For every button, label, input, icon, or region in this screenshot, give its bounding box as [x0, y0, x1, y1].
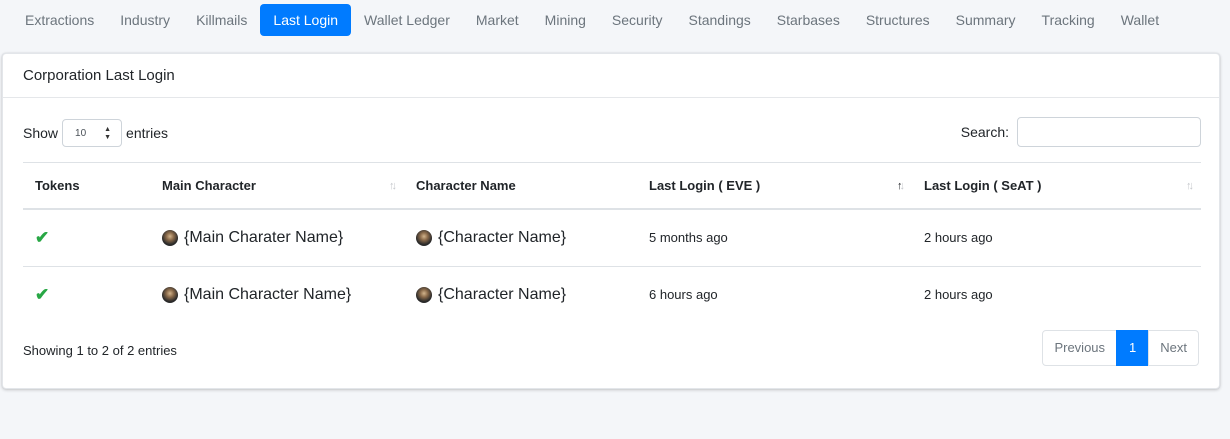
page-length-control: Show 10 ▲ ▼ entries [23, 118, 168, 148]
tab-summary[interactable]: Summary [943, 4, 1029, 36]
sort-asc-icon: ↑↓ [897, 180, 905, 192]
entries-label: entries [126, 125, 169, 141]
col-last-login-eve[interactable]: Last Login ( EVE ) ↑↓ [637, 162, 912, 210]
select-arrows-icon: ▲ ▼ [104, 126, 112, 141]
tab-wallet-ledger[interactable]: Wallet Ledger [351, 4, 463, 36]
card-title: Corporation Last Login [3, 54, 1219, 98]
col-main-character-label: Main Character [162, 177, 256, 193]
tab-bar: Extractions Industry Killmails Last Logi… [12, 4, 1172, 36]
col-last-login-seat-label: Last Login ( SeAT ) [924, 177, 1042, 193]
sort-icon: ↑↓ [389, 180, 397, 192]
page-1-button[interactable]: 1 [1116, 330, 1150, 366]
tab-starbases[interactable]: Starbases [764, 4, 853, 36]
search-input[interactable] [1017, 117, 1201, 147]
col-tokens-label: Tokens [35, 177, 80, 193]
last-login-seat-value: 2 hours ago [912, 208, 1201, 267]
col-character-name[interactable]: Character Name [404, 162, 637, 210]
last-login-eve-value: 5 months ago [637, 208, 912, 267]
search-label: Search: [960, 124, 1009, 140]
pagination: Previous 1 Next [1042, 330, 1199, 366]
tab-extractions[interactable]: Extractions [12, 4, 107, 36]
col-last-login-eve-label: Last Login ( EVE ) [649, 177, 761, 193]
page-length-select[interactable]: 10 ▲ ▼ [62, 119, 123, 147]
tab-security[interactable]: Security [599, 4, 676, 36]
avatar [416, 229, 432, 246]
search-control: Search: [961, 117, 1201, 147]
tab-mining[interactable]: Mining [532, 4, 599, 36]
col-main-character[interactable]: Main Character ↑↓ [150, 162, 404, 210]
main-character-name: {Main Character Name} [184, 285, 352, 303]
tab-standings[interactable]: Standings [676, 4, 764, 36]
main-character-name: {Main Charater Name} [184, 228, 344, 246]
avatar [162, 229, 178, 246]
page-length-value: 10 [75, 128, 87, 139]
col-character-name-label: Character Name [416, 177, 516, 193]
avatar [416, 286, 432, 303]
tab-tracking[interactable]: Tracking [1029, 4, 1108, 36]
table-info: Showing 1 to 2 of 2 entries [23, 343, 177, 358]
tab-structures[interactable]: Structures [853, 4, 943, 36]
table-row: ✔ {Main Character Name} {Character Name}… [23, 266, 1201, 323]
table-row: ✔ {Main Charater Name} {Character Name} … [23, 208, 1201, 267]
tab-market[interactable]: Market [463, 4, 532, 36]
tab-wallet[interactable]: Wallet [1108, 4, 1172, 36]
last-login-eve-value: 6 hours ago [649, 287, 718, 302]
sort-icon: ↑↓ [1186, 180, 1194, 192]
col-tokens[interactable]: Tokens [23, 162, 150, 210]
tab-industry[interactable]: Industry [107, 4, 183, 36]
tab-killmails[interactable]: Killmails [183, 4, 260, 36]
character-name: {Character Name} [438, 228, 567, 246]
show-label: Show [23, 125, 59, 141]
tab-last-login[interactable]: Last Login [260, 4, 352, 36]
next-button[interactable]: Next [1148, 330, 1199, 366]
check-icon: ✔ [35, 284, 50, 304]
last-login-card: Corporation Last Login Show 10 ▲ ▼ entrie… [2, 53, 1220, 389]
col-last-login-seat[interactable]: Last Login ( SeAT ) ↑↓ [912, 162, 1201, 210]
character-name: {Character Name} [438, 285, 567, 303]
avatar [162, 286, 178, 303]
check-icon: ✔ [35, 227, 50, 247]
last-login-table: Tokens Main Character ↑↓ Character Name L… [23, 162, 1201, 323]
previous-button[interactable]: Previous [1042, 330, 1118, 366]
last-login-seat-value: 2 hours ago [924, 287, 993, 302]
